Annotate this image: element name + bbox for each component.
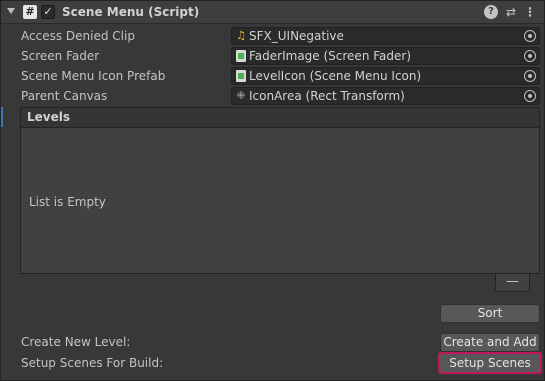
object-picker-icon[interactable]: [524, 30, 536, 42]
audio-clip-icon: ♫: [236, 29, 246, 42]
help-icon[interactable]: ?: [484, 5, 498, 19]
property-parent-canvas: Parent Canvas ⁜ IconArea (Rect Transform…: [1, 87, 544, 107]
object-field-value: LevelIcon (Scene Menu Icon): [249, 69, 422, 83]
property-label: Screen Fader: [21, 49, 100, 63]
selection-accent: [1, 107, 3, 127]
object-field-access-denied-clip[interactable]: ♫ SFX_UINegative: [231, 27, 540, 45]
remove-element-button[interactable]: —: [495, 274, 530, 292]
property-label: Parent Canvas: [21, 89, 108, 103]
component-enabled-checkbox[interactable]: ✓: [41, 5, 55, 19]
levels-list-header[interactable]: Levels: [20, 107, 540, 127]
sort-button[interactable]: Sort: [440, 304, 540, 323]
context-menu-icon[interactable]: ⋮: [523, 5, 537, 19]
script-icon: #: [23, 5, 37, 19]
script-object-icon: [236, 70, 246, 82]
levels-list[interactable]: List is Empty: [20, 127, 540, 274]
list-empty-text: List is Empty: [29, 195, 106, 209]
object-field-value: IconArea (Rect Transform): [249, 89, 405, 103]
property-label: Scene Menu Icon Prefab: [21, 69, 166, 83]
property-screen-fader: Screen Fader FaderImage (Screen Fader): [1, 47, 544, 67]
scene-menu-inspector: # ✓ Scene Menu (Script) ? ⇄ ⋮ Access Den…: [0, 0, 545, 381]
levels-title: Levels: [27, 110, 71, 124]
object-picker-icon[interactable]: [524, 70, 536, 82]
create-new-level-label: Create New Level:: [21, 335, 131, 349]
script-object-icon: [236, 50, 246, 62]
setup-scenes-label: Setup Scenes For Build:: [21, 356, 164, 370]
setup-scenes-button[interactable]: Setup Scenes: [438, 352, 542, 374]
object-picker-icon[interactable]: [524, 90, 536, 102]
component-header[interactable]: # ✓ Scene Menu (Script) ? ⇄ ⋮: [1, 1, 544, 24]
object-field-screen-fader[interactable]: FaderImage (Screen Fader): [231, 47, 540, 65]
object-field-value: FaderImage (Screen Fader): [249, 49, 412, 63]
object-field-value: SFX_UINegative: [249, 29, 344, 43]
object-field-parent-canvas[interactable]: ⁜ IconArea (Rect Transform): [231, 87, 540, 105]
rect-transform-icon: ⁜: [236, 89, 246, 102]
component-title: Scene Menu (Script): [62, 5, 200, 19]
property-label: Access Denied Clip: [21, 29, 135, 43]
property-access-denied-clip: Access Denied Clip ♫ SFX_UINegative: [1, 27, 544, 47]
create-and-add-button[interactable]: Create and Add: [440, 333, 540, 352]
presets-icon[interactable]: ⇄: [504, 5, 518, 19]
object-picker-icon[interactable]: [524, 50, 536, 62]
property-scene-menu-icon-prefab: Scene Menu Icon Prefab LevelIcon (Scene …: [1, 67, 544, 87]
foldout-arrow-icon[interactable]: [7, 8, 15, 14]
object-field-scene-menu-icon-prefab[interactable]: LevelIcon (Scene Menu Icon): [231, 67, 540, 85]
